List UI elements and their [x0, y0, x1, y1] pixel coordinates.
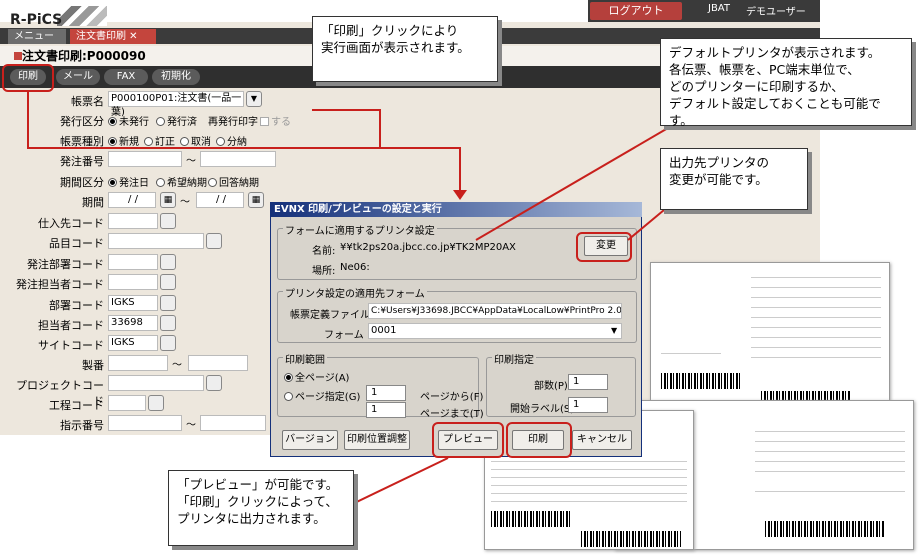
callout-preview: 「プレビュー」が可能です。 「印刷」クリックによって、 プリンタに出力されます。: [168, 470, 354, 546]
callout-change-printer: 出力先プリンタの 変更が可能です。: [660, 148, 808, 210]
callout-print: 「印刷」クリックにより 実行画面が表示されます。: [312, 16, 498, 82]
callout-default-printer: デフォルトプリンタが表示されます。 各伝票、帳票を、PC端末単位で、 どのプリン…: [660, 38, 912, 128]
